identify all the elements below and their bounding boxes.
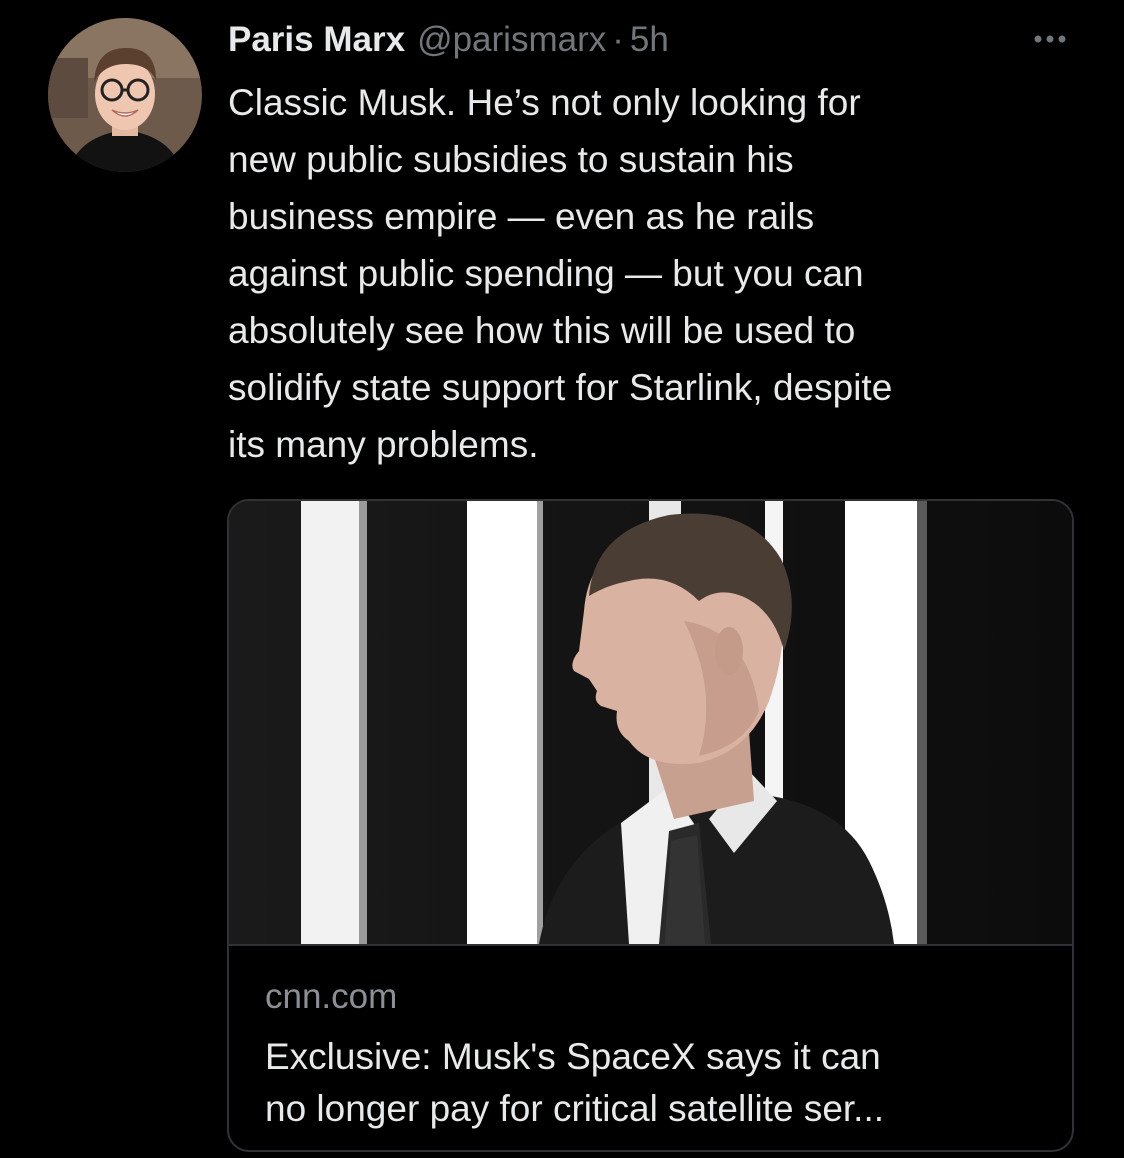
link-preview-image bbox=[229, 501, 1072, 944]
portrait-photo bbox=[229, 501, 1072, 944]
link-domain: cnn.com bbox=[265, 977, 398, 1016]
author-handle[interactable]: @parismarx bbox=[417, 18, 606, 62]
author-display-name[interactable]: Paris Marx bbox=[228, 18, 405, 62]
tweet-timestamp[interactable]: 5h bbox=[630, 18, 669, 62]
header-separator: · bbox=[612, 20, 624, 59]
tweet[interactable]: Paris Marx @parismarx · 5h Classic Musk.… bbox=[0, 0, 1124, 1158]
more-horizontal-icon bbox=[1034, 35, 1066, 43]
link-title-line-1: Exclusive: Musk's SpaceX says it can bbox=[265, 1036, 881, 1077]
tweet-text: Classic Musk. He’s not only looking for … bbox=[228, 82, 893, 465]
avatar-photo bbox=[48, 18, 202, 172]
tweet-header: Paris Marx @parismarx · 5h bbox=[228, 18, 669, 62]
link-title-line-2: no longer pay for critical satellite ser… bbox=[265, 1088, 885, 1129]
card-divider bbox=[229, 944, 1072, 946]
more-options-button[interactable] bbox=[1024, 22, 1076, 56]
link-preview-card[interactable]: cnn.com Exclusive: Musk's SpaceX says it… bbox=[227, 499, 1074, 1152]
link-title: Exclusive: Musk's SpaceX says it can no … bbox=[265, 1031, 1045, 1135]
author-avatar[interactable] bbox=[48, 18, 202, 172]
